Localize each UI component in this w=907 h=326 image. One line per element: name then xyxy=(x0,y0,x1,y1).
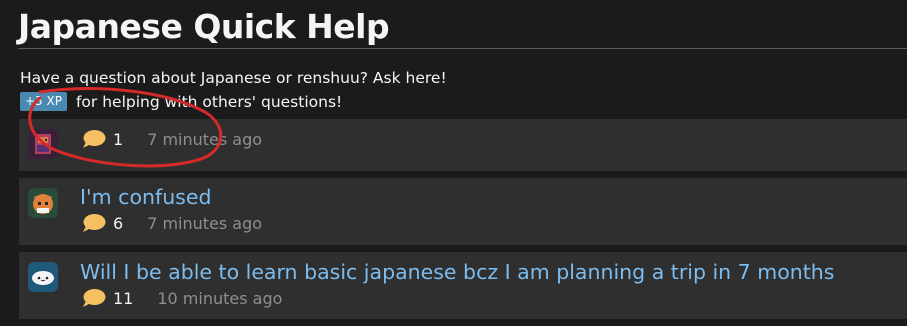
thread-title[interactable]: Will I be able to learn basic japanese b… xyxy=(80,260,834,284)
user-avatar[interactable] xyxy=(28,188,58,218)
thread-time: 7 minutes ago xyxy=(147,213,263,233)
thread-item[interactable]: I'm confused 6 7 minutes ago xyxy=(19,178,907,245)
comment-bubble-icon xyxy=(83,289,106,307)
thread-time: 7 minutes ago xyxy=(147,129,263,149)
xp-reward-text: for helping with others' questions! xyxy=(75,92,343,111)
intro-text: Have a question about Japanese or renshu… xyxy=(20,69,447,87)
thread-meta: 1 7 minutes ago xyxy=(81,129,262,149)
thread-time: 10 minutes ago xyxy=(157,288,283,308)
page-title: Japanese Quick Help xyxy=(18,7,390,46)
user-avatar[interactable] xyxy=(28,129,58,159)
reply-count: 1 xyxy=(113,129,124,149)
reply-count: 6 xyxy=(113,213,124,233)
comment-bubble-icon xyxy=(83,130,106,148)
thread-meta: 6 7 minutes ago xyxy=(81,213,262,233)
title-divider xyxy=(18,48,907,49)
thread-item[interactable]: 1 7 minutes ago xyxy=(19,119,907,171)
reply-count: 11 xyxy=(113,288,134,308)
xp-badge: +3 XP xyxy=(20,92,67,111)
thread-title[interactable]: I'm confused xyxy=(80,185,212,209)
user-avatar[interactable] xyxy=(28,262,58,292)
xp-reward-row: +3 XP for helping with others' questions… xyxy=(20,91,342,112)
comment-bubble-icon xyxy=(83,214,106,232)
thread-item[interactable]: Will I be able to learn basic japanese b… xyxy=(19,252,907,319)
thread-meta: 11 10 minutes ago xyxy=(81,288,282,308)
